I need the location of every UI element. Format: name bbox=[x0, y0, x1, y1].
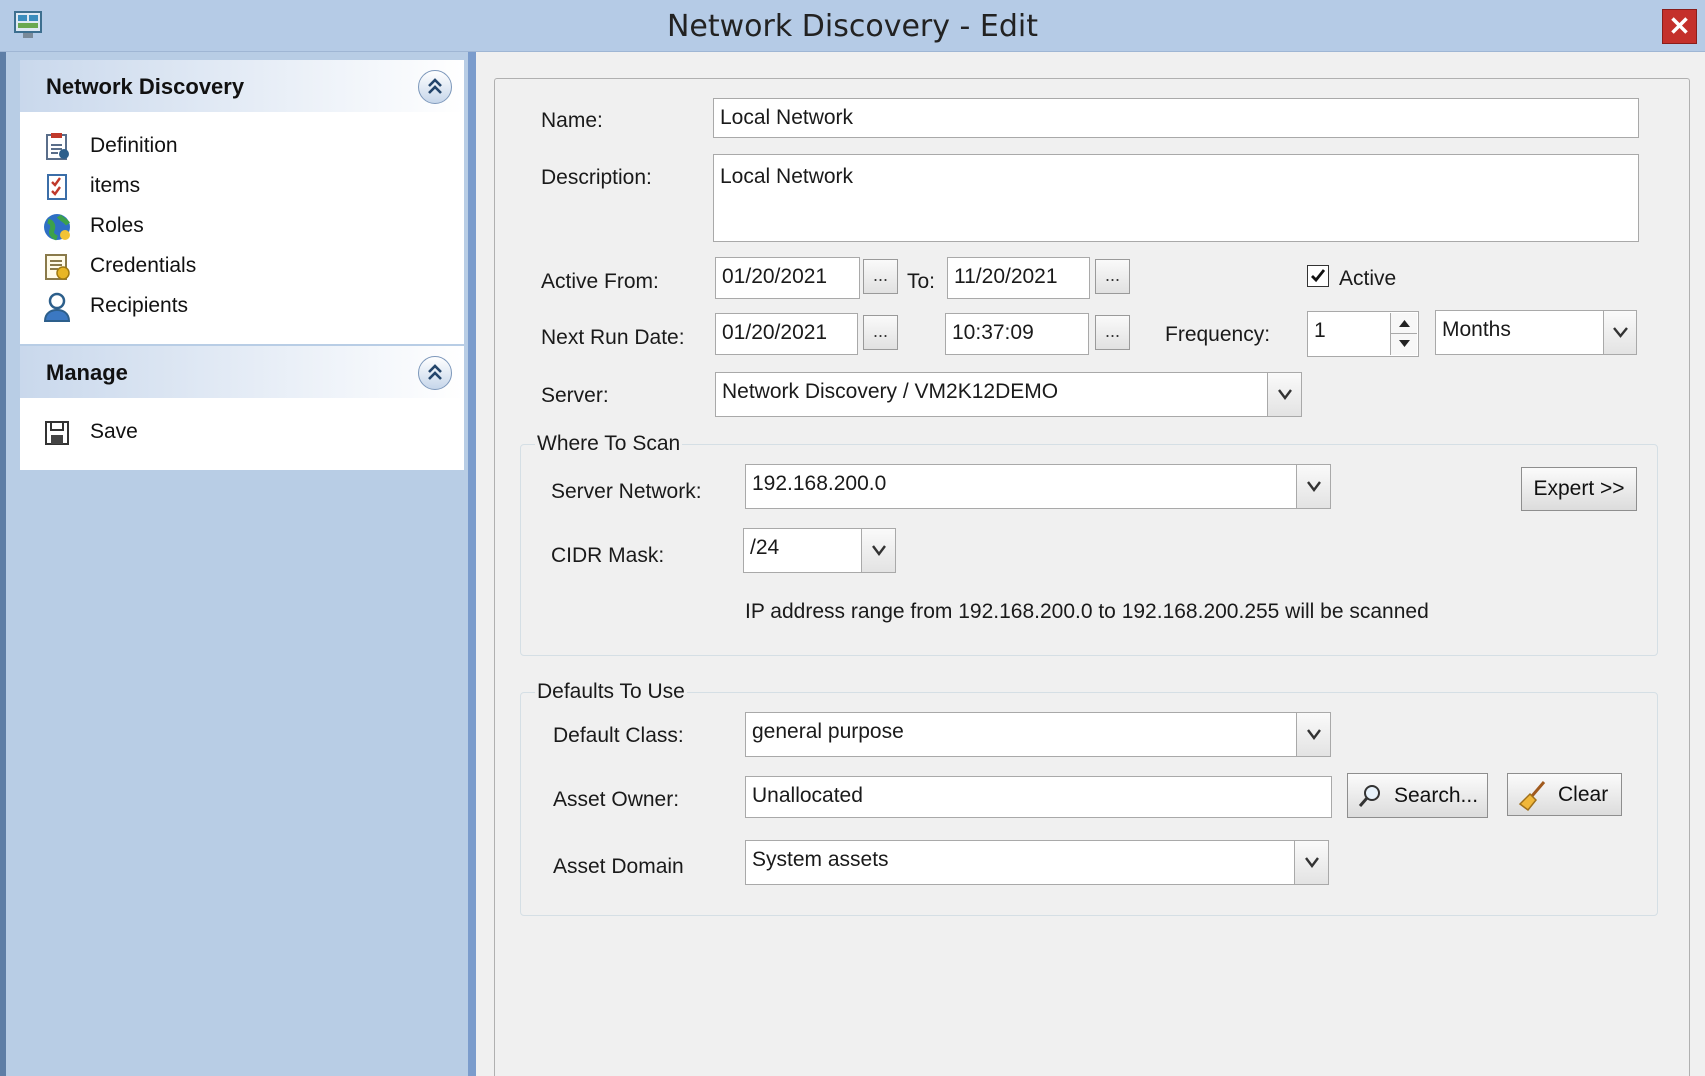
chevron-down-icon[interactable] bbox=[1296, 465, 1330, 508]
panel-header-manage[interactable]: Manage bbox=[20, 346, 464, 398]
checkmark-icon bbox=[1311, 269, 1326, 283]
defaults-to-use-title: Defaults To Use bbox=[535, 680, 687, 704]
sidebar-item-label: Definition bbox=[90, 134, 178, 157]
splitter[interactable] bbox=[468, 52, 476, 1076]
asset-domain-select[interactable]: System assets bbox=[745, 840, 1329, 885]
description-textarea[interactable]: Local Network bbox=[713, 154, 1639, 242]
default-class-label: Default Class: bbox=[553, 724, 684, 747]
next-run-time-input[interactable]: 10:37:09 bbox=[945, 313, 1089, 355]
default-class-select[interactable]: general purpose bbox=[745, 712, 1331, 757]
next-run-date-picker-button[interactable]: ... bbox=[863, 315, 898, 350]
sidebar-item-save[interactable]: Save bbox=[42, 416, 442, 452]
server-network-label: Server Network: bbox=[551, 480, 702, 503]
active-from-input[interactable]: 01/20/2021 bbox=[715, 257, 860, 299]
to-date-input[interactable]: 11/20/2021 bbox=[947, 257, 1090, 299]
sidebar-item-recipients[interactable]: Recipients bbox=[42, 290, 442, 326]
clear-button-label: Clear bbox=[1558, 783, 1609, 806]
active-from-label: Active From: bbox=[541, 270, 659, 293]
sidebar-item-label: items bbox=[90, 174, 141, 197]
chevron-down-icon[interactable] bbox=[1267, 373, 1301, 416]
active-label: Active bbox=[1339, 267, 1397, 290]
sidebar-item-label: Recipients bbox=[90, 294, 189, 317]
panel-title: Network Discovery bbox=[46, 74, 245, 99]
window-title: Network Discovery - Edit bbox=[666, 9, 1038, 44]
asset-domain-value: System assets bbox=[752, 848, 889, 871]
chevron-down-icon[interactable] bbox=[1296, 713, 1330, 756]
cidr-mask-label: CIDR Mask: bbox=[551, 544, 665, 567]
active-from-picker-button[interactable]: ... bbox=[863, 259, 898, 294]
floppy-disk-icon bbox=[42, 418, 72, 448]
next-run-time-picker-button[interactable]: ... bbox=[1095, 315, 1130, 350]
server-network-select[interactable]: 192.168.200.0 bbox=[745, 464, 1331, 509]
description-label: Description: bbox=[541, 166, 652, 189]
frequency-unit-value: Months bbox=[1442, 318, 1511, 341]
definition-icon bbox=[42, 132, 72, 162]
panel-title: Manage bbox=[46, 360, 128, 385]
to-date-picker-button[interactable]: ... bbox=[1095, 259, 1130, 294]
asset-owner-label: Asset Owner: bbox=[553, 788, 680, 811]
magnifier-icon bbox=[1358, 785, 1380, 807]
sidebar-item-label: Credentials bbox=[90, 254, 197, 277]
sidebar-item-credentials[interactable]: Credentials bbox=[42, 250, 442, 286]
search-button[interactable]: Search... bbox=[1347, 773, 1488, 818]
name-label: Name: bbox=[541, 109, 603, 132]
expert-button[interactable]: Expert >> bbox=[1521, 467, 1637, 511]
panel-header-network-discovery[interactable]: Network Discovery bbox=[20, 60, 464, 112]
sidebar-item-items[interactable]: items bbox=[42, 170, 442, 206]
chevron-down-icon[interactable] bbox=[1294, 841, 1328, 884]
server-value: Network Discovery / VM2K12DEMO bbox=[722, 380, 1059, 403]
default-class-value: general purpose bbox=[752, 720, 904, 743]
credentials-certificate-icon bbox=[42, 252, 72, 282]
cidr-mask-value: /24 bbox=[750, 536, 780, 559]
next-run-date-label: Next Run Date: bbox=[541, 326, 685, 349]
server-label: Server: bbox=[541, 384, 609, 407]
asset-owner-input[interactable]: Unallocated bbox=[745, 776, 1332, 818]
sidebar-item-label: Roles bbox=[90, 214, 144, 237]
panel-body-network-discovery: Definition items Roles Credentials Recip… bbox=[20, 112, 464, 344]
sidebar-item-label: Save bbox=[90, 420, 138, 443]
frequency-value: 1 bbox=[1314, 319, 1326, 342]
spinner-up-icon[interactable] bbox=[1390, 313, 1417, 334]
active-checkbox[interactable] bbox=[1307, 265, 1329, 287]
clear-button[interactable]: Clear bbox=[1507, 773, 1622, 816]
to-label: To: bbox=[907, 270, 936, 293]
ip-range-info-text: IP address range from 192.168.200.0 to 1… bbox=[745, 600, 1429, 623]
close-button[interactable]: ✕ bbox=[1662, 9, 1697, 44]
sidebar-item-roles[interactable]: Roles bbox=[42, 210, 442, 246]
items-checklist-icon bbox=[42, 172, 72, 202]
next-run-date-input[interactable]: 01/20/2021 bbox=[715, 313, 858, 355]
chevron-down-icon[interactable] bbox=[1603, 311, 1636, 354]
server-network-value: 192.168.200.0 bbox=[752, 472, 887, 495]
server-select[interactable]: Network Discovery / VM2K12DEMO bbox=[715, 372, 1302, 417]
spinner-down-icon[interactable] bbox=[1390, 334, 1417, 355]
chevron-down-icon[interactable] bbox=[861, 529, 895, 572]
collapse-chevrons-icon[interactable] bbox=[418, 356, 452, 390]
frequency-label: Frequency: bbox=[1165, 323, 1271, 346]
name-input[interactable]: Local Network bbox=[713, 98, 1639, 138]
panel-body-manage: Save bbox=[20, 398, 464, 470]
where-to-scan-title: Where To Scan bbox=[535, 432, 683, 456]
collapse-chevrons-icon[interactable] bbox=[418, 70, 452, 104]
search-button-label: Search... bbox=[1394, 784, 1479, 807]
person-icon bbox=[42, 292, 72, 322]
globe-icon bbox=[42, 212, 72, 242]
sidebar-item-definition[interactable]: Definition bbox=[42, 130, 442, 166]
broom-icon bbox=[1518, 781, 1546, 812]
asset-domain-label: Asset Domain bbox=[553, 855, 684, 878]
